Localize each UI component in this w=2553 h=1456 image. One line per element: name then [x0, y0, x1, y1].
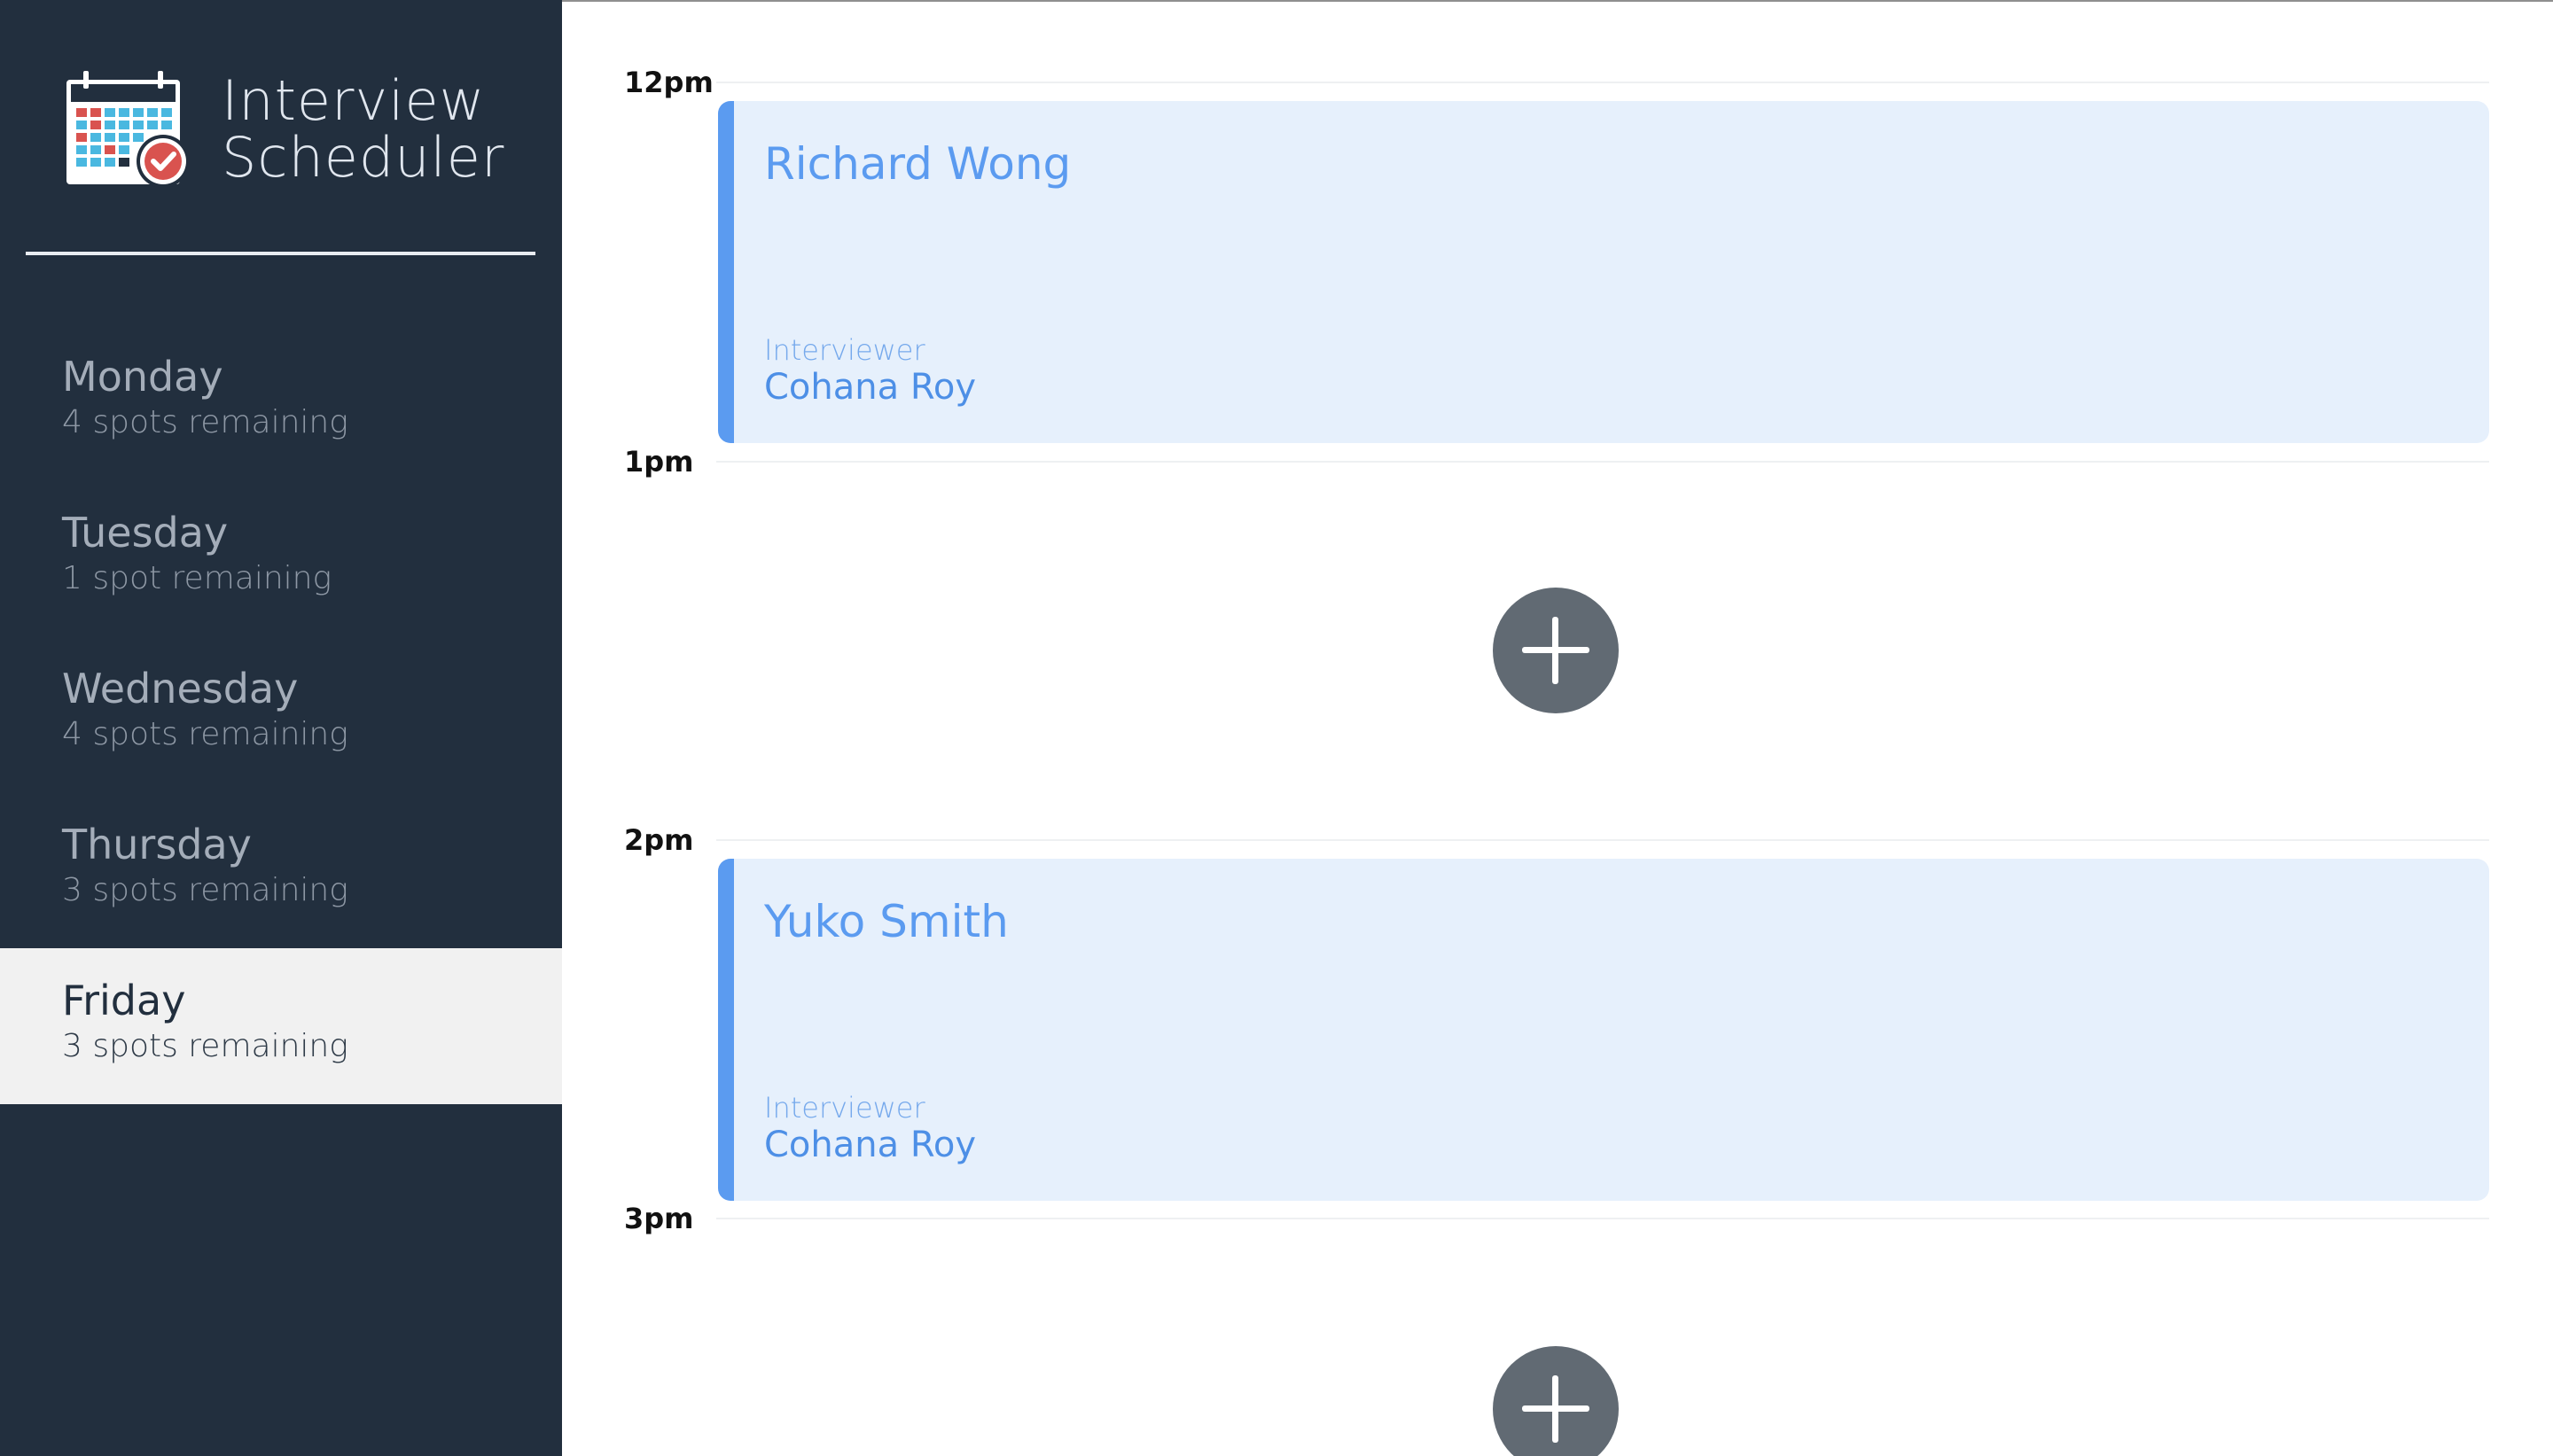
day-spots: 4 spots remaining: [62, 404, 348, 440]
hour-divider: [716, 1218, 2489, 1219]
day-name: Monday: [62, 353, 223, 401]
app-title: Interview Scheduler: [222, 73, 504, 186]
app-root: Interview Scheduler Monday 4 spots remai…: [0, 0, 2553, 1456]
app-title-line2: Scheduler: [222, 125, 505, 190]
hour-divider: [716, 839, 2489, 841]
day-spots: 1 spot remaining: [62, 560, 332, 596]
add-appointment-button[interactable]: [1493, 588, 1619, 713]
hour-divider: [716, 82, 2489, 83]
app-title-line1: Interview: [222, 68, 486, 133]
time-label: 2pm: [624, 823, 694, 857]
brand: Interview Scheduler: [64, 69, 504, 190]
appointment-card[interactable]: Yuko Smith Interviewer Cohana Roy: [718, 859, 2489, 1201]
calendar-check-icon: [66, 71, 190, 188]
day-spots: 4 spots remaining: [62, 716, 348, 752]
interviewer-label: Interviewer: [764, 333, 925, 367]
add-appointment-button[interactable]: [1493, 1346, 1619, 1456]
student-name: Yuko Smith: [764, 896, 1009, 947]
time-label: 1pm: [624, 445, 694, 479]
day-spots: 3 spots remaining: [62, 872, 348, 908]
time-label: 3pm: [624, 1202, 694, 1235]
student-name: Richard Wong: [764, 138, 1072, 190]
time-label: 12pm: [624, 66, 714, 99]
interviewer-name: Cohana Roy: [764, 1125, 976, 1165]
sidebar-divider: [26, 252, 535, 255]
interviewer-label: Interviewer: [764, 1091, 925, 1125]
day-list: Monday 4 spots remaining Tuesday 1 spot …: [0, 324, 562, 1104]
day-spots: 3 spots remaining: [62, 1028, 348, 1064]
hour-divider: [716, 461, 2489, 463]
day-item-wednesday[interactable]: Wednesday 4 spots remaining: [0, 636, 562, 792]
interviewer-name: Cohana Roy: [764, 367, 976, 408]
appointment-card[interactable]: Richard Wong Interviewer Cohana Roy: [718, 101, 2489, 443]
day-item-monday[interactable]: Monday 4 spots remaining: [0, 324, 562, 480]
schedule-panel: 12pm Richard Wong Interviewer Cohana Roy…: [562, 0, 2553, 1456]
day-name: Thursday: [62, 821, 252, 868]
day-item-friday[interactable]: Friday 3 spots remaining: [0, 948, 562, 1104]
day-name: Friday: [62, 977, 186, 1024]
day-name: Tuesday: [62, 509, 229, 557]
day-item-tuesday[interactable]: Tuesday 1 spot remaining: [0, 480, 562, 636]
sidebar: Interview Scheduler Monday 4 spots remai…: [0, 0, 562, 1456]
day-name: Wednesday: [62, 665, 299, 712]
day-item-thursday[interactable]: Thursday 3 spots remaining: [0, 792, 562, 948]
